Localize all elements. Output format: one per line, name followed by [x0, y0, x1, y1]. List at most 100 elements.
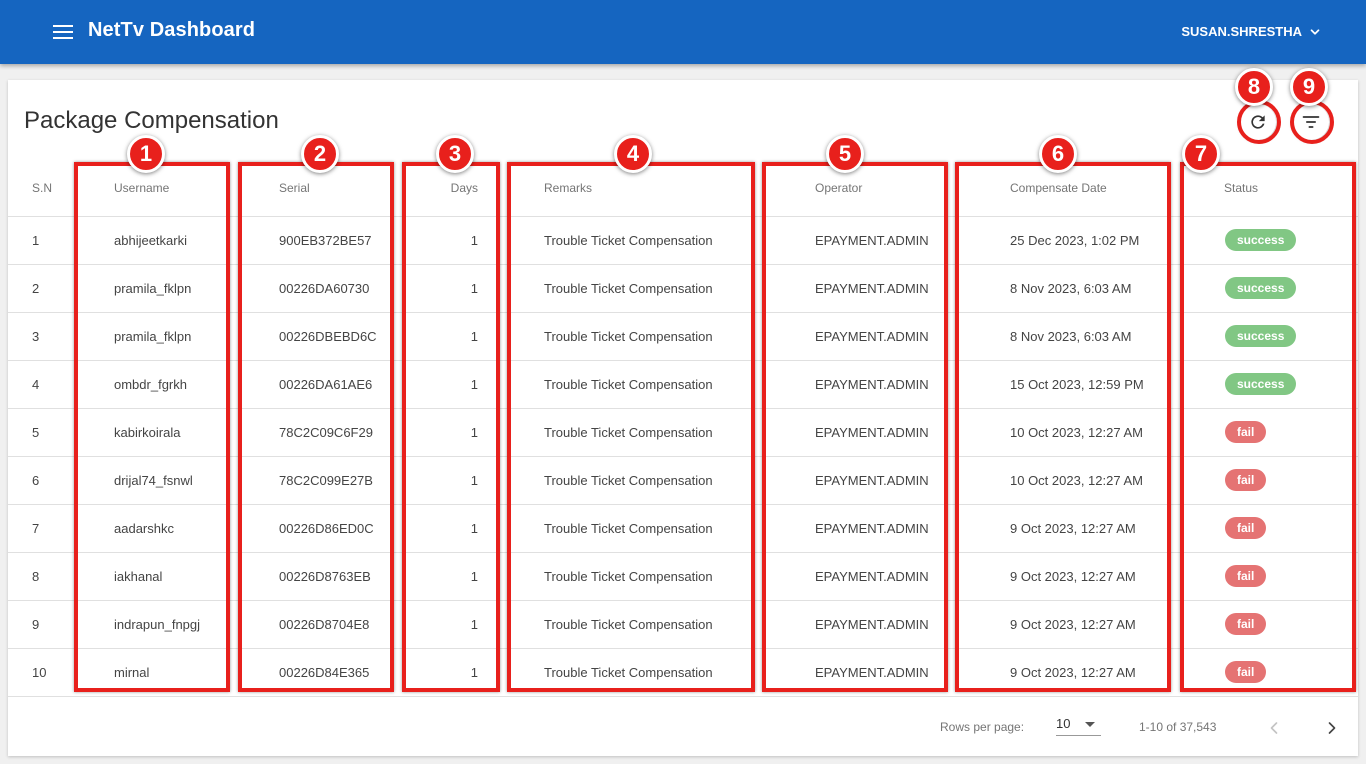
- cell-status: fail: [1186, 456, 1358, 505]
- cell-serial: 00226D86ED0C: [248, 504, 408, 553]
- cell-operator: EPAYMENT.ADMIN: [764, 216, 962, 265]
- status-badge: success: [1225, 229, 1297, 251]
- cell-days: 1: [408, 360, 512, 409]
- table-row[interactable]: 6 drijal74_fsnwl 78C2C099E27B 1 Trouble Tick…: [8, 456, 1358, 505]
- filter-button[interactable]: [1293, 104, 1329, 140]
- cell-compensate-date: 8 Nov 2023, 6:03 AM: [962, 312, 1186, 361]
- page-title: Package Compensation: [24, 107, 279, 134]
- cell-days: 1: [408, 600, 512, 649]
- chevron-right-icon: [1328, 722, 1336, 734]
- cell-compensate-date: 10 Oct 2023, 12:27 AM: [962, 408, 1186, 457]
- chevron-left-icon: [1270, 722, 1278, 734]
- table-row[interactable]: 5 kabirkoirala 78C2C09C6F29 1 Trouble Ticket…: [8, 408, 1358, 457]
- cell-remarks: Trouble Ticket Compensation: [512, 456, 764, 505]
- status-badge: success: [1225, 325, 1297, 347]
- user-menu[interactable]: SUSAN.SHRESTHA: [1181, 24, 1322, 39]
- cell-days: 1: [408, 504, 512, 553]
- status-badge: fail: [1225, 469, 1267, 491]
- cell-compensate-date: 10 Oct 2023, 12:27 AM: [962, 456, 1186, 505]
- cell-operator: EPAYMENT.ADMIN: [764, 552, 962, 601]
- status-badge: fail: [1225, 421, 1267, 443]
- table-row[interactable]: 1 abhijeetkarki 900EB372BE57 1 Trouble Ticke…: [8, 216, 1358, 265]
- cell-days: 1: [408, 552, 512, 601]
- cell-sn: 4: [8, 360, 84, 409]
- cell-days: 1: [408, 408, 512, 457]
- cell-remarks: Trouble Ticket Compensation: [512, 408, 764, 457]
- cell-serial: 00226DA60730: [248, 264, 408, 313]
- header-sn[interactable]: S.N: [8, 160, 84, 217]
- header-remarks[interactable]: Remarks: [512, 160, 764, 217]
- table-row[interactable]: 9 indrapun_fnpgj 00226D8704E8 1 Trouble Tick…: [8, 600, 1358, 649]
- chevron-down-icon: [1310, 28, 1320, 35]
- table-row[interactable]: 2 pramila_fklpn 00226DA60730 1 Trouble Ticke…: [8, 264, 1358, 313]
- table-row[interactable]: 8 iakhanal 00226D8763EB 1 Trouble Ticket Com…: [8, 552, 1358, 601]
- cell-sn: 6: [8, 456, 84, 505]
- cell-status: fail: [1186, 552, 1358, 601]
- header-compensate-date[interactable]: Compensate Date: [962, 160, 1186, 217]
- header-days[interactable]: Days: [408, 160, 512, 217]
- header-operator[interactable]: Operator: [764, 160, 962, 217]
- cell-status: success: [1186, 264, 1358, 313]
- next-page-button[interactable]: [1320, 716, 1344, 740]
- table-row[interactable]: 7 aadarshkc 00226D86ED0C 1 Trouble Ticket Co…: [8, 504, 1358, 553]
- cell-status: success: [1186, 312, 1358, 361]
- cell-serial: 900EB372BE57: [248, 216, 408, 265]
- cell-remarks: Trouble Ticket Compensation: [512, 360, 764, 409]
- cell-sn: 1: [8, 216, 84, 265]
- cell-remarks: Trouble Ticket Compensation: [512, 552, 764, 601]
- cell-serial: 78C2C09C6F29: [248, 408, 408, 457]
- header-serial[interactable]: Serial: [248, 160, 408, 217]
- page-range-text: 1-10 of 37,543: [1139, 720, 1217, 734]
- cell-compensate-date: 8 Nov 2023, 6:03 AM: [962, 264, 1186, 313]
- header-status[interactable]: Status: [1186, 160, 1358, 217]
- table-pagination: Rows per page: 10 1-10 of 37,543: [8, 700, 1358, 756]
- cell-status: fail: [1186, 408, 1358, 457]
- cell-status: success: [1186, 216, 1358, 265]
- status-badge: fail: [1225, 613, 1267, 635]
- hamburger-menu-icon[interactable]: [52, 22, 74, 42]
- caret-down-icon: [1085, 722, 1095, 727]
- cell-remarks: Trouble Ticket Compensation: [512, 312, 764, 361]
- cell-days: 1: [408, 312, 512, 361]
- cell-days: 1: [408, 216, 512, 265]
- cell-username: indrapun_fnpgj: [84, 600, 248, 649]
- cell-remarks: Trouble Ticket Compensation: [512, 600, 764, 649]
- status-badge: fail: [1225, 565, 1267, 587]
- cell-username: abhijeetkarki: [84, 216, 248, 265]
- cell-serial: 78C2C099E27B: [248, 456, 408, 505]
- cell-sn: 5: [8, 408, 84, 457]
- cell-sn: 10: [8, 648, 84, 697]
- cell-username: mirnal: [84, 648, 248, 697]
- cell-days: 1: [408, 456, 512, 505]
- cell-status: fail: [1186, 504, 1358, 553]
- status-badge: fail: [1225, 517, 1267, 539]
- table-row[interactable]: 10 mirnal 00226D84E365 1 Trouble Ticket Comp…: [8, 648, 1358, 697]
- table-row[interactable]: 3 pramila_fklpn 00226DBEBD6C 1 Trouble Ticke…: [8, 312, 1358, 361]
- cell-compensate-date: 9 Oct 2023, 12:27 AM: [962, 552, 1186, 601]
- cell-operator: EPAYMENT.ADMIN: [764, 504, 962, 553]
- cell-compensate-date: 9 Oct 2023, 12:27 AM: [962, 648, 1186, 697]
- rows-per-page-value: 10: [1056, 716, 1071, 731]
- cell-serial: 00226DA61AE6: [248, 360, 408, 409]
- cell-serial: 00226DBEBD6C: [248, 312, 408, 361]
- cell-sn: 2: [8, 264, 84, 313]
- cell-days: 1: [408, 264, 512, 313]
- cell-compensate-date: 9 Oct 2023, 12:27 AM: [962, 600, 1186, 649]
- rows-per-page-select[interactable]: 10: [1056, 712, 1101, 736]
- cell-sn: 8: [8, 552, 84, 601]
- cell-compensate-date: 25 Dec 2023, 1:02 PM: [962, 216, 1186, 265]
- refresh-button[interactable]: [1240, 104, 1276, 140]
- user-name: SUSAN.SHRESTHA: [1181, 24, 1302, 39]
- header-username[interactable]: Username: [84, 160, 248, 217]
- cell-operator: EPAYMENT.ADMIN: [764, 264, 962, 313]
- cell-status: fail: [1186, 648, 1358, 697]
- cell-compensate-date: 9 Oct 2023, 12:27 AM: [962, 504, 1186, 553]
- cell-sn: 9: [8, 600, 84, 649]
- filter-icon: [1302, 116, 1320, 128]
- table-row[interactable]: 4 ombdr_fgrkh 00226DA61AE6 1 Trouble Ticket …: [8, 360, 1358, 409]
- cell-operator: EPAYMENT.ADMIN: [764, 648, 962, 697]
- cell-operator: EPAYMENT.ADMIN: [764, 456, 962, 505]
- cell-serial: 00226D8763EB: [248, 552, 408, 601]
- cell-status: fail: [1186, 600, 1358, 649]
- previous-page-button[interactable]: [1262, 716, 1286, 740]
